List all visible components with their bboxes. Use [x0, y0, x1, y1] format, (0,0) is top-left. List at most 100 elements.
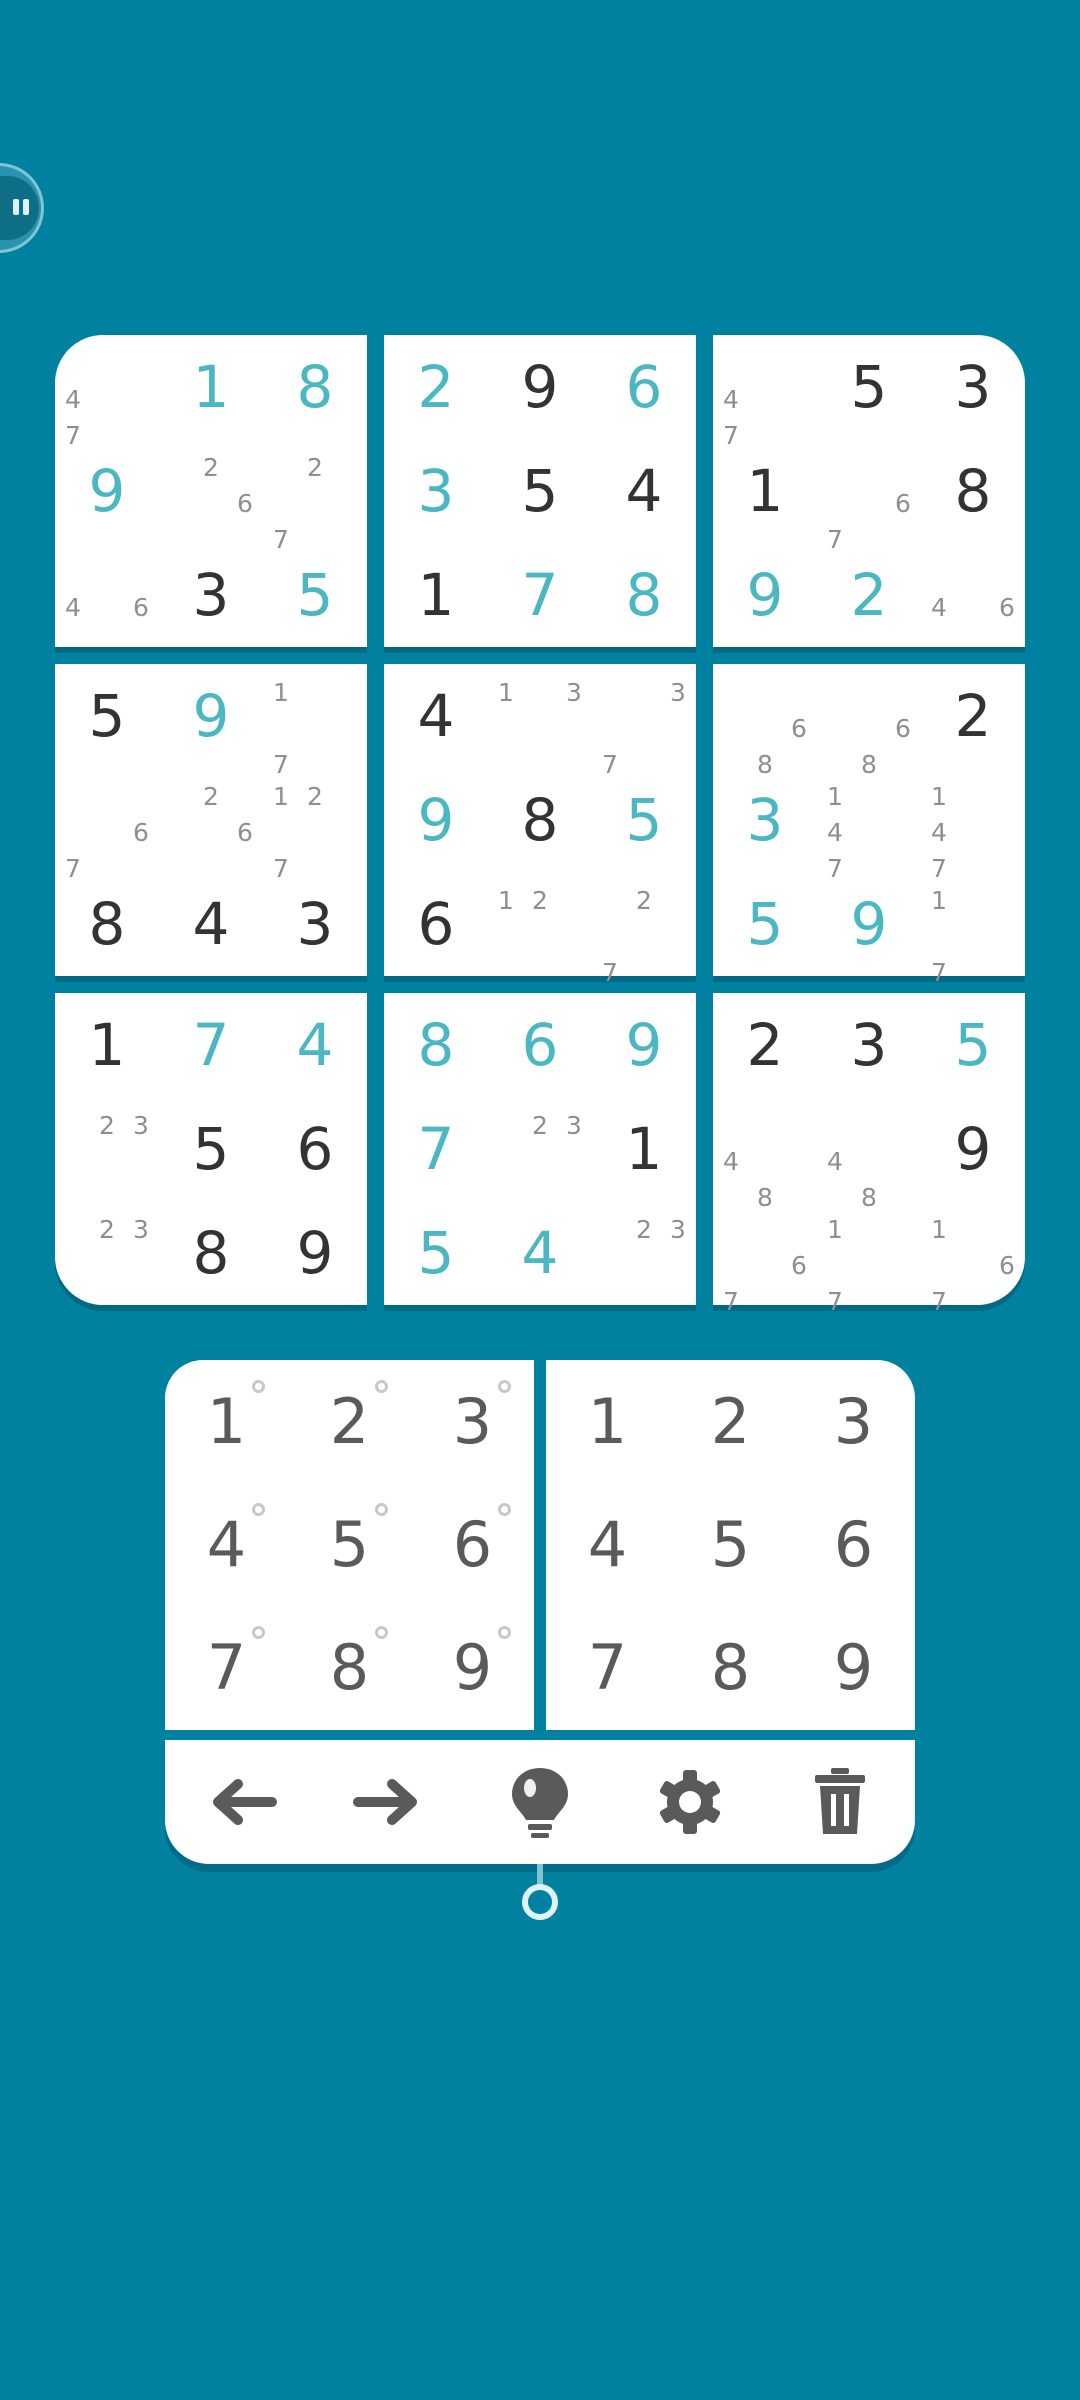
sudoku-cell[interactable]: 2: [817, 543, 921, 647]
sudoku-cell[interactable]: 9: [921, 1097, 1025, 1201]
note-key[interactable]: 6: [411, 1483, 534, 1606]
sudoku-cell[interactable]: 3: [384, 439, 488, 543]
sudoku-cell[interactable]: 13: [488, 664, 592, 768]
sudoku-cell[interactable]: 3: [263, 872, 367, 976]
note-key[interactable]: 7: [165, 1606, 288, 1729]
sudoku-cell[interactable]: 147: [817, 768, 921, 883]
sudoku-cell[interactable]: 4: [488, 1201, 592, 1305]
sudoku-cell[interactable]: 17: [921, 872, 1025, 987]
note-key[interactable]: 3: [411, 1360, 534, 1483]
sudoku-cell[interactable]: 5: [817, 335, 921, 439]
undo-button[interactable]: [200, 1762, 280, 1842]
sudoku-cell[interactable]: 48: [817, 1097, 921, 1212]
sudoku-cell[interactable]: 5: [159, 1097, 263, 1201]
sudoku-cell[interactable]: 9: [488, 335, 592, 439]
sudoku-cell[interactable]: 68: [713, 664, 817, 779]
hint-button[interactable]: [500, 1762, 580, 1842]
number-key[interactable]: 2: [669, 1360, 792, 1483]
sudoku-cell[interactable]: 8: [159, 1201, 263, 1305]
sudoku-cell[interactable]: 17: [817, 1201, 921, 1316]
sudoku-cell[interactable]: 3: [921, 335, 1025, 439]
sudoku-cell[interactable]: 8: [384, 993, 488, 1097]
sudoku-cell[interactable]: 6: [488, 993, 592, 1097]
sudoku-cell[interactable]: 1 6 7: [921, 1201, 1025, 1316]
note-key[interactable]: 1: [165, 1360, 288, 1483]
sudoku-cell[interactable]: 23: [592, 1201, 696, 1305]
note-key[interactable]: 8: [288, 1606, 411, 1729]
number-key[interactable]: 5: [669, 1483, 792, 1606]
sudoku-cell[interactable]: 3: [713, 768, 817, 872]
sudoku-cell[interactable]: 1: [592, 1097, 696, 1201]
sudoku-cell[interactable]: 9: [713, 543, 817, 647]
hint-indicator[interactable]: [522, 1884, 558, 1920]
sudoku-cell[interactable]: 9: [55, 439, 159, 543]
sudoku-cell[interactable]: 48: [713, 1097, 817, 1212]
sudoku-cell[interactable]: 4: [159, 872, 263, 976]
sudoku-cell[interactable]: 67: [55, 768, 159, 883]
number-key[interactable]: 1: [546, 1360, 669, 1483]
sudoku-cell[interactable]: 9: [592, 993, 696, 1097]
number-key[interactable]: 7: [546, 1606, 669, 1729]
sudoku-cell[interactable]: 8: [263, 335, 367, 439]
sudoku-cell[interactable]: 1: [55, 993, 159, 1097]
sudoku-cell[interactable]: 67: [817, 439, 921, 554]
sudoku-cell[interactable]: 3: [817, 993, 921, 1097]
note-key[interactable]: 9: [411, 1606, 534, 1729]
sudoku-cell[interactable]: 8: [55, 872, 159, 976]
sudoku-cell[interactable]: 27: [263, 439, 367, 554]
sudoku-cell[interactable]: 46: [55, 543, 159, 647]
pause-button[interactable]: [0, 163, 44, 253]
sudoku-cell[interactable]: 3: [159, 543, 263, 647]
sudoku-cell[interactable]: 5: [55, 664, 159, 768]
number-key[interactable]: 8: [669, 1606, 792, 1729]
sudoku-cell[interactable]: 47: [713, 335, 817, 450]
sudoku-cell[interactable]: 1: [713, 439, 817, 543]
sudoku-cell[interactable]: 9: [384, 768, 488, 872]
sudoku-cell[interactable]: 6: [263, 1097, 367, 1201]
sudoku-cell[interactable]: 5: [263, 543, 367, 647]
sudoku-cell[interactable]: 5: [384, 1201, 488, 1305]
sudoku-cell[interactable]: 8: [488, 768, 592, 872]
settings-button[interactable]: [650, 1762, 730, 1842]
redo-button[interactable]: [350, 1762, 430, 1842]
sudoku-cell[interactable]: 26: [159, 768, 263, 872]
sudoku-cell[interactable]: 127: [263, 768, 367, 883]
sudoku-cell[interactable]: 68: [817, 664, 921, 779]
note-key[interactable]: 2: [288, 1360, 411, 1483]
sudoku-cell[interactable]: 67: [713, 1201, 817, 1316]
sudoku-cell[interactable]: 9: [263, 1201, 367, 1305]
note-key[interactable]: 4: [165, 1483, 288, 1606]
sudoku-cell[interactable]: 1: [159, 335, 263, 439]
sudoku-cell[interactable]: 4: [263, 993, 367, 1097]
delete-button[interactable]: [800, 1762, 880, 1842]
sudoku-cell[interactable]: 6: [592, 335, 696, 439]
sudoku-cell[interactable]: 147: [921, 768, 1025, 883]
sudoku-cell[interactable]: 23: [55, 1201, 159, 1305]
sudoku-cell[interactable]: 12: [488, 872, 592, 976]
sudoku-cell[interactable]: 4: [592, 439, 696, 543]
sudoku-cell[interactable]: 2: [384, 335, 488, 439]
sudoku-cell[interactable]: 5: [592, 768, 696, 872]
sudoku-cell[interactable]: 7: [159, 993, 263, 1097]
sudoku-cell[interactable]: 5: [921, 993, 1025, 1097]
sudoku-cell[interactable]: 7: [488, 543, 592, 647]
sudoku-cell[interactable]: 17: [263, 664, 367, 779]
sudoku-cell[interactable]: 26: [159, 439, 263, 543]
note-key[interactable]: 5: [288, 1483, 411, 1606]
number-key[interactable]: 3: [792, 1360, 915, 1483]
sudoku-cell[interactable]: 47: [55, 335, 159, 450]
number-key[interactable]: 9: [792, 1606, 915, 1729]
sudoku-cell[interactable]: 2: [921, 664, 1025, 768]
sudoku-cell[interactable]: 2: [713, 993, 817, 1097]
sudoku-cell[interactable]: 8: [921, 439, 1025, 543]
sudoku-cell[interactable]: 8: [592, 543, 696, 647]
sudoku-cell[interactable]: 5: [488, 439, 592, 543]
sudoku-cell[interactable]: 46: [921, 543, 1025, 647]
sudoku-cell[interactable]: 23: [55, 1097, 159, 1201]
sudoku-cell[interactable]: 1: [384, 543, 488, 647]
sudoku-cell[interactable]: 23: [488, 1097, 592, 1201]
sudoku-cell[interactable]: 27: [592, 872, 696, 987]
sudoku-cell[interactable]: 5: [713, 872, 817, 976]
sudoku-cell[interactable]: 7: [384, 1097, 488, 1201]
sudoku-cell[interactable]: 37: [592, 664, 696, 779]
